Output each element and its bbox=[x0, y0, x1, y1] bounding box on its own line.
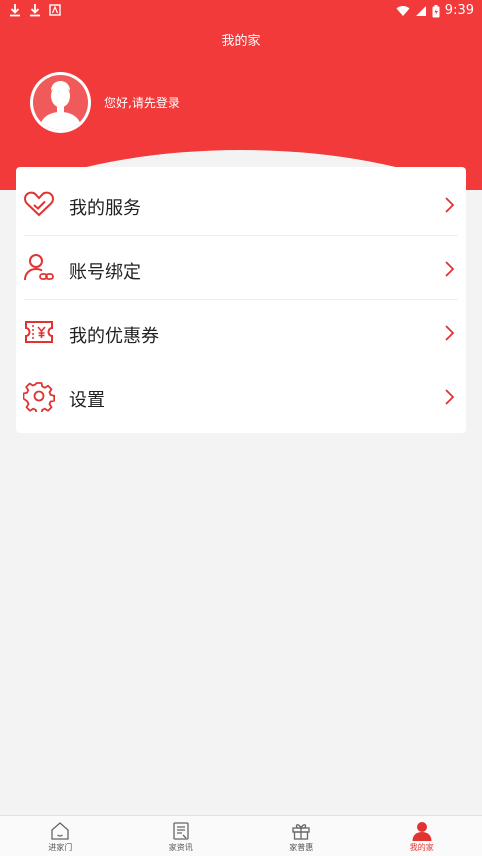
menu-item-settings[interactable]: 设置 bbox=[16, 364, 466, 428]
coupon-icon bbox=[25, 321, 53, 343]
home-icon bbox=[51, 822, 69, 840]
app-notification-icon bbox=[49, 4, 61, 16]
gear-icon bbox=[23, 382, 55, 412]
menu-item-label: 我的优惠券 bbox=[69, 326, 159, 347]
avatar[interactable] bbox=[30, 72, 91, 133]
nav-item-home[interactable]: 进家门 bbox=[0, 816, 121, 856]
gift-icon bbox=[292, 824, 310, 840]
download-icon bbox=[30, 4, 40, 17]
nav-item-news[interactable]: 家资讯 bbox=[121, 816, 242, 856]
menu-item-label: 我的服务 bbox=[69, 198, 141, 219]
nav-item-label: 家普惠 bbox=[289, 843, 314, 852]
default-avatar-icon bbox=[39, 81, 82, 130]
menu-item-my-services[interactable]: 我的服务 bbox=[16, 172, 466, 236]
nav-item-benefits[interactable]: 家普惠 bbox=[241, 816, 362, 856]
menu-item-account-binding[interactable]: 账号绑定 bbox=[16, 236, 466, 300]
user-link-icon bbox=[24, 254, 54, 281]
nav-item-label: 进家门 bbox=[48, 843, 73, 852]
menu-item-label: 账号绑定 bbox=[69, 262, 141, 283]
chevron-right-icon bbox=[445, 325, 455, 341]
status-bar: 9:39 bbox=[0, 0, 482, 22]
nav-item-my-home[interactable]: 我的家 bbox=[362, 816, 482, 856]
nav-item-label: 家资讯 bbox=[168, 843, 193, 852]
menu-item-my-coupons[interactable]: 我的优惠券 bbox=[16, 300, 466, 364]
signal-icon bbox=[415, 6, 426, 16]
chevron-right-icon bbox=[445, 261, 455, 277]
download-icon bbox=[10, 4, 20, 17]
login-prompt[interactable]: 您好,请先登录 bbox=[104, 94, 180, 111]
chevron-right-icon bbox=[445, 197, 455, 213]
battery-icon bbox=[432, 4, 440, 17]
nav-item-label: 我的家 bbox=[409, 843, 434, 852]
status-time: 9:39 bbox=[444, 3, 474, 18]
heart-tag-icon bbox=[24, 191, 54, 217]
bottom-nav: 进家门 家资讯 家普惠 我的家 bbox=[0, 815, 482, 856]
wifi-icon bbox=[396, 6, 410, 17]
profile-icon bbox=[412, 822, 432, 841]
menu-item-label: 设置 bbox=[69, 390, 105, 411]
page-title: 我的家 bbox=[221, 34, 261, 49]
news-icon bbox=[173, 822, 189, 840]
menu-card: 我的服务 账号绑定 我的优惠券 设置 bbox=[16, 167, 466, 433]
chevron-right-icon bbox=[445, 389, 455, 405]
